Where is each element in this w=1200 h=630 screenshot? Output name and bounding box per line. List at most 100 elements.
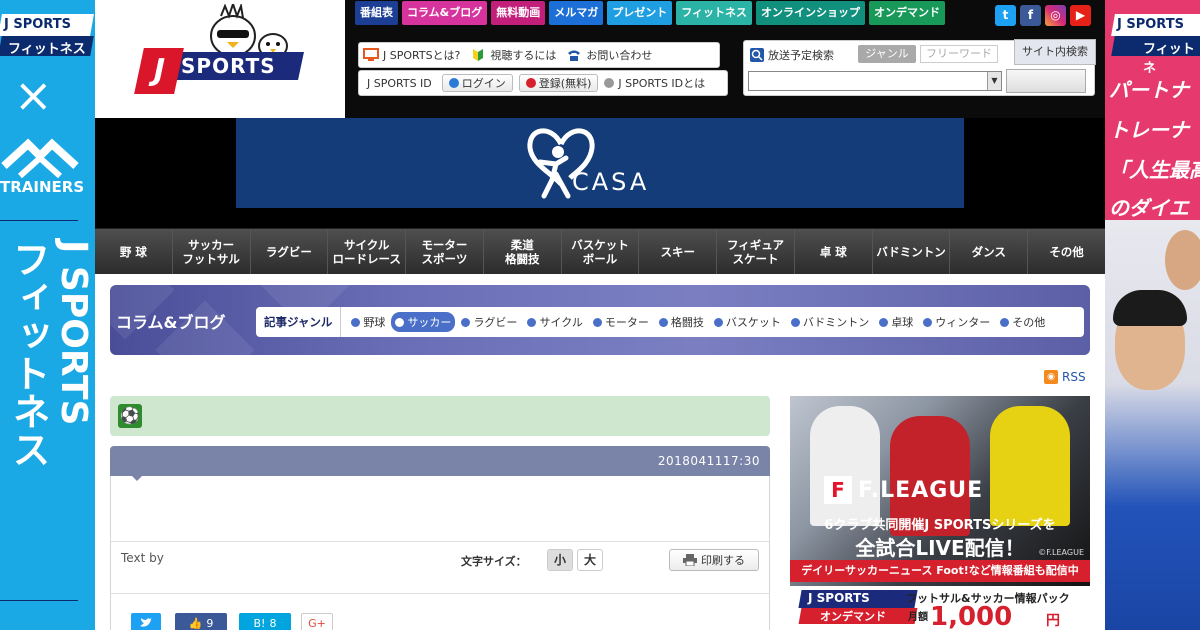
casa-banner-ad[interactable]: CASA [236, 118, 964, 208]
topnav-fitness[interactable]: フィットネス [676, 1, 753, 25]
topnav-on-demand[interactable]: オンデマンド [869, 1, 946, 25]
google-plus-button[interactable]: G+ [301, 613, 333, 630]
casa-banner-text: CASA [572, 168, 650, 196]
genre-select[interactable]: ▼ [748, 71, 1002, 91]
twitter-icon[interactable]: t [995, 5, 1016, 26]
sports-nav-item[interactable]: ラグビー [251, 229, 329, 274]
howto-link-label: 視聴するには [490, 49, 557, 62]
ad-brand-line2: フィットネ [1143, 42, 1195, 76]
genre-filter-item[interactable]: バドミントン [787, 312, 873, 332]
instagram-icon[interactable]: ◎ [1045, 5, 1066, 26]
genre-filter-item[interactable]: サイクル [523, 312, 586, 332]
sports-nav-item[interactable]: バドミントン [873, 229, 951, 274]
facebook-icon[interactable]: f [1020, 5, 1041, 26]
ad-photo-person [1165, 230, 1200, 290]
search-submit-button[interactable] [1006, 69, 1086, 93]
genre-filter-item-label: 格闘技 [670, 316, 704, 329]
jsports-fitness-logo: J SPORTS フィットネス [0, 14, 94, 57]
twitter-share-button[interactable] [131, 613, 161, 630]
ad-red-bar: デイリーサッカーニュース Foot!など情報番組も配信中 [790, 560, 1090, 582]
sports-nav-item[interactable]: モーター スポーツ [406, 229, 484, 274]
ad-brand-line1: J SPORTS [4, 17, 71, 32]
sports-nav-item[interactable]: サイクル ロードレース [328, 229, 407, 274]
hatena-bookmark-button[interactable]: B! 8 [239, 613, 291, 630]
play-dot-icon [525, 78, 536, 88]
genre-filter-item[interactable]: ラグビー [457, 312, 521, 332]
register-button[interactable]: 登録(無料) [518, 74, 599, 92]
font-size-small-button[interactable]: 小 [547, 549, 573, 571]
ad-footer: J SPORTS オンデマンド フットサル&サッカー情報パック 月額 1,000… [790, 586, 1090, 630]
divider [111, 593, 769, 594]
beginner-mark-icon [473, 49, 484, 61]
font-size-large-button[interactable]: 大 [577, 549, 603, 571]
rss-link[interactable]: ◉ RSS [1044, 370, 1086, 384]
phone-icon [568, 50, 581, 61]
ad-times-sign: × [14, 68, 53, 122]
article-genre-strip: ⚽ [110, 396, 770, 436]
genre-filter-item[interactable]: 卓球 [875, 312, 917, 332]
genre-filter-label: 記事ジャンル [256, 307, 342, 337]
genre-filter-item-label: 野球 [363, 316, 386, 329]
sports-nav-item[interactable]: ダンス [950, 229, 1029, 274]
right-skyscraper-ad[interactable]: J SPORTS フィットネ パートナ トレーナ 「人生最高 のダイエ [1105, 0, 1200, 630]
howto-link[interactable]: 視聴するには [470, 47, 556, 63]
genre-filter-item[interactable]: モーター [589, 312, 653, 332]
play-bullet-icon [658, 317, 668, 327]
topnav-mail-magazine[interactable]: メルマガ [549, 1, 604, 25]
genre-filter-item-label: 卓球 [891, 316, 914, 329]
genre-filter-bar: 記事ジャンル 野球 サッカー ラグビー サイクル モーター 格闘技 バスケット バドミントン 卓… [256, 307, 1084, 337]
login-button[interactable]: ログイン [441, 74, 513, 92]
genre-tab[interactable]: ジャンル [858, 45, 916, 63]
print-button[interactable]: 印刷する [669, 549, 759, 571]
contact-link-label: お問い合わせ [586, 49, 653, 62]
play-bullet-icon [879, 317, 889, 327]
topnav-column-blog[interactable]: コラム&ブログ [402, 1, 488, 25]
genre-filter-item[interactable]: ウィンター [919, 312, 994, 332]
about-link[interactable]: J SPORTSとは? [363, 47, 460, 63]
ad-vertical-fitness: フィットネス [6, 240, 50, 468]
sports-nav-item[interactable]: サッカー フットサル [173, 229, 251, 274]
ad-headline-1: 6クラブ共同開催J SPORTSシリーズを [824, 518, 1056, 533]
jsports-id-label: J SPORTS ID [367, 76, 432, 90]
site-logo[interactable]: J SPORTS [95, 0, 345, 118]
genre-filter-item[interactable]: 格闘技 [655, 312, 708, 332]
genre-filter-item[interactable]: バスケット [710, 312, 785, 332]
genre-filter-item[interactable]: その他 [996, 312, 1049, 332]
sports-nav-item[interactable]: スキー [639, 229, 718, 274]
genre-filter-items: 野球 サッカー ラグビー サイクル モーター 格闘技 バスケット バドミントン 卓球 ウィンター そ… [341, 312, 1049, 332]
article-card: 2018041117:30 Text by 文字サイズ： 小 大 印刷する 👍 … [110, 446, 770, 630]
genre-filter-item-label: その他 [1012, 316, 1046, 329]
topnav-schedule[interactable]: 番組表 [355, 1, 398, 25]
genre-filter-item[interactable]: サッカー [391, 312, 456, 332]
site-search-tab[interactable]: サイト内検索 [1014, 39, 1096, 65]
contact-link[interactable]: お問い合わせ [566, 47, 652, 63]
ad-divider [0, 220, 78, 221]
ad-brand-line2: フィットネス [8, 42, 86, 57]
genre-filter-item[interactable]: 野球 [347, 312, 389, 332]
hatena-count: 8 [269, 616, 277, 630]
ad-price: 1,000 [930, 602, 1013, 630]
ad-month-label: 月額 [908, 612, 928, 623]
chevron-down-icon: ▼ [987, 72, 1001, 90]
topnav-online-shop[interactable]: オンラインショップ [756, 1, 866, 25]
topnav-free-video[interactable]: 無料動画 [491, 1, 546, 25]
sports-nav-item[interactable]: フィギュア スケート [717, 229, 795, 274]
fleague-ad[interactable]: F F.LEAGUE 6クラブ共同開催J SPORTSシリーズを 全試合LIVE… [790, 396, 1090, 630]
topnav-present[interactable]: プレゼント [607, 1, 673, 25]
account-bar: J SPORTS ID ログイン 登録(無料) J SPORTS IDとは [358, 70, 728, 96]
sports-nav-item[interactable]: 野 球 [95, 229, 173, 274]
sports-nav: 野 球 サッカー フットサル ラグビー サイクル ロードレース モーター スポー… [95, 228, 1105, 274]
sports-nav-item[interactable]: 柔道 格闘技 [484, 229, 562, 274]
sports-nav-item[interactable]: その他 [1028, 229, 1105, 274]
left-skyscraper-ad[interactable]: J SPORTS フィットネス × TRAINERS J SPORTS フィット… [0, 0, 95, 630]
id-about-link[interactable]: J SPORTS IDとは [604, 75, 705, 91]
facebook-like-button[interactable]: 👍 9 [175, 613, 227, 630]
genre-filter-item-label: モーター [604, 316, 649, 329]
freeword-tab[interactable]: フリーワード [920, 45, 998, 63]
genre-filter-item-label: サイクル [539, 316, 583, 329]
article-author: Text by [121, 551, 164, 565]
sports-nav-item[interactable]: バスケット ボール [562, 229, 640, 274]
genre-filter-item-label: ラグビー [473, 316, 518, 329]
sports-nav-item[interactable]: 卓 球 [795, 229, 873, 274]
youtube-icon[interactable]: ▶ [1070, 5, 1091, 26]
